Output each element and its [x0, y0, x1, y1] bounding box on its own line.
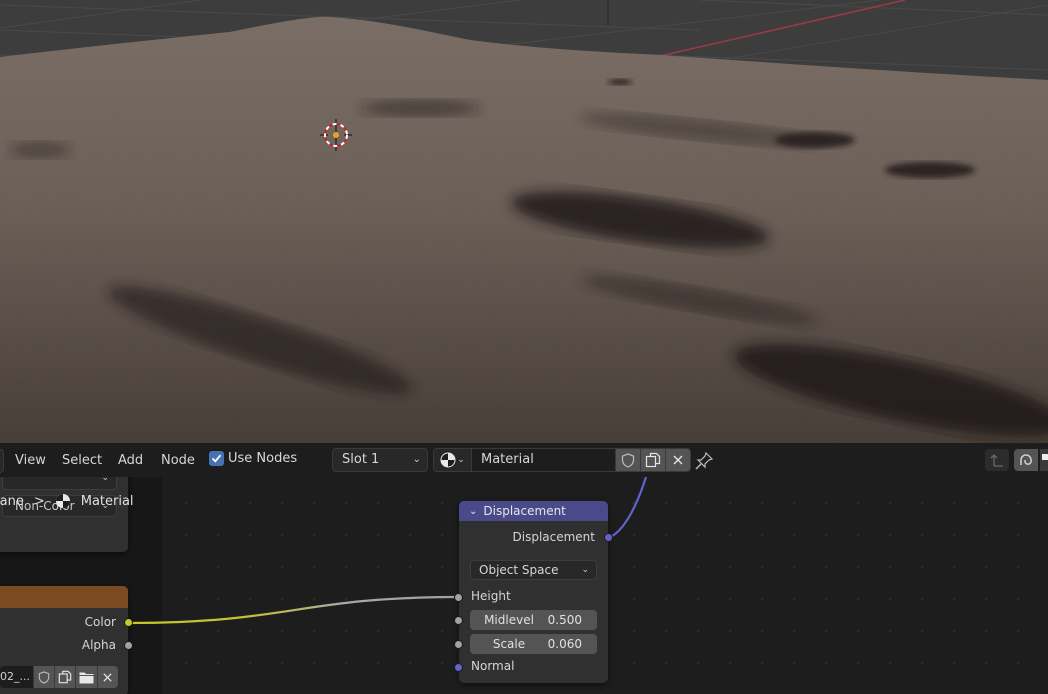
height-input-label: Height	[471, 589, 511, 603]
link-displacement-output	[607, 477, 648, 540]
displacement-node-header[interactable]: ⌄ Displacement	[459, 501, 608, 521]
3d-viewport[interactable]	[0, 0, 1048, 443]
magnet-icon	[1020, 454, 1032, 465]
displacement-node[interactable]: ⌄ Displacement Displacement Object Space…	[454, 501, 613, 683]
duplicate-icon	[645, 452, 661, 468]
output-color: Color	[85, 613, 133, 631]
open-image-button[interactable]	[75, 666, 97, 688]
scale-input-socket[interactable]	[454, 640, 463, 649]
checkbox-checked-icon[interactable]	[209, 451, 224, 466]
duplicate-material-button[interactable]	[640, 449, 665, 471]
arrow-up-parent-icon	[990, 454, 1003, 467]
close-icon	[103, 672, 112, 682]
duplicate-icon	[59, 670, 72, 684]
snap-options-button[interactable]	[1040, 449, 1048, 471]
image-name-field[interactable]: 02_...	[0, 666, 33, 688]
height-input-socket[interactable]	[454, 593, 463, 602]
breadcrumb-material[interactable]: Material	[81, 494, 134, 509]
image-texture-node-header[interactable]	[0, 586, 128, 608]
chevron-down-icon: ⌄	[581, 565, 589, 575]
close-icon	[673, 455, 683, 465]
unlink-material-button[interactable]	[665, 449, 690, 471]
snap-toggle-button[interactable]	[1014, 449, 1038, 471]
output-alpha-label: Alpha	[81, 638, 116, 652]
partial-node[interactable]: ⌄ Non-Color ⌄	[0, 477, 128, 552]
chevron-down-icon: ⌄	[457, 455, 465, 465]
scale-value: 0.060	[547, 637, 582, 651]
browse-material-button[interactable]: ⌄	[434, 449, 472, 471]
output-alpha: Alpha	[82, 636, 133, 654]
image-texture-node[interactable]: Color Alpha 02_...	[0, 586, 133, 694]
alpha-socket[interactable]	[124, 640, 133, 650]
use-nodes-label: Use Nodes	[228, 451, 298, 466]
collapse-chevron-icon[interactable]: ⌄	[469, 506, 477, 517]
breadcrumb: lane > Material	[0, 493, 134, 509]
fake-user-button[interactable]	[615, 449, 640, 471]
parent-node-tree-button[interactable]	[985, 449, 1009, 471]
space-value: Object Space	[479, 563, 559, 577]
midlevel-input-socket[interactable]	[454, 616, 463, 625]
link-color-to-height	[127, 595, 460, 625]
fake-user-button[interactable]	[32, 666, 55, 688]
terrain-scene	[0, 0, 1048, 443]
midlevel-value: 0.500	[547, 613, 582, 627]
snap-element-icon	[1042, 454, 1048, 460]
partial-node-dropdown[interactable]: ⌄	[2, 477, 117, 490]
chevron-down-icon: ⌄	[412, 454, 421, 465]
output-color-label: Color	[84, 615, 116, 629]
color-socket[interactable]	[124, 617, 133, 627]
chevron-down-icon: ⌄	[101, 477, 109, 483]
editor-type-button[interactable]	[0, 449, 4, 473]
use-nodes-checkbox[interactable]: Use Nodes	[209, 451, 297, 466]
shield-icon	[38, 670, 50, 684]
breadcrumb-separator: >	[33, 493, 45, 509]
normal-input-label: Normal	[471, 659, 515, 673]
x-axis-line	[659, 0, 906, 57]
normal-input-socket[interactable]	[454, 663, 463, 672]
space-dropdown[interactable]: Object Space ⌄	[470, 560, 597, 580]
displacement-node-title: Displacement	[483, 504, 566, 518]
scale-field[interactable]: Scale 0.060	[470, 634, 597, 654]
menu-select[interactable]: Select	[62, 452, 102, 470]
menu-add[interactable]: Add	[118, 452, 143, 470]
3d-cursor-icon[interactable]	[320, 119, 352, 151]
material-sphere-icon	[440, 452, 456, 468]
slot-dropdown[interactable]: Slot 1 ⌄	[332, 448, 428, 472]
slot-value: Slot 1	[342, 452, 380, 467]
image-datablock-selector: 02_...	[0, 666, 118, 688]
midlevel-field[interactable]: Midlevel 0.500	[470, 610, 597, 630]
scale-label: Scale	[492, 637, 526, 651]
midlevel-label: Midlevel	[484, 613, 534, 627]
unlink-image-button[interactable]	[96, 666, 118, 688]
material-selector: ⌄ Material	[433, 448, 691, 472]
node-editor-header: View Select Add Node Use Nodes Slot 1 ⌄ …	[0, 443, 1048, 477]
material-sphere-icon	[55, 494, 70, 508]
folder-icon	[79, 672, 94, 683]
shield-icon	[621, 452, 635, 468]
breadcrumb-object[interactable]: lane	[0, 494, 24, 509]
node-editor-canvas[interactable]: ⌄ Non-Color ⌄ lane > Material Color Alph…	[0, 477, 1048, 694]
output-displacement-label: Displacement	[512, 530, 596, 544]
duplicate-image-button[interactable]	[54, 666, 76, 688]
material-name-field[interactable]: Material	[472, 449, 615, 471]
displacement-output-socket[interactable]	[604, 533, 613, 542]
pin-icon[interactable]	[694, 451, 714, 471]
menu-view[interactable]: View	[15, 452, 46, 470]
menu-node[interactable]: Node	[161, 452, 195, 470]
